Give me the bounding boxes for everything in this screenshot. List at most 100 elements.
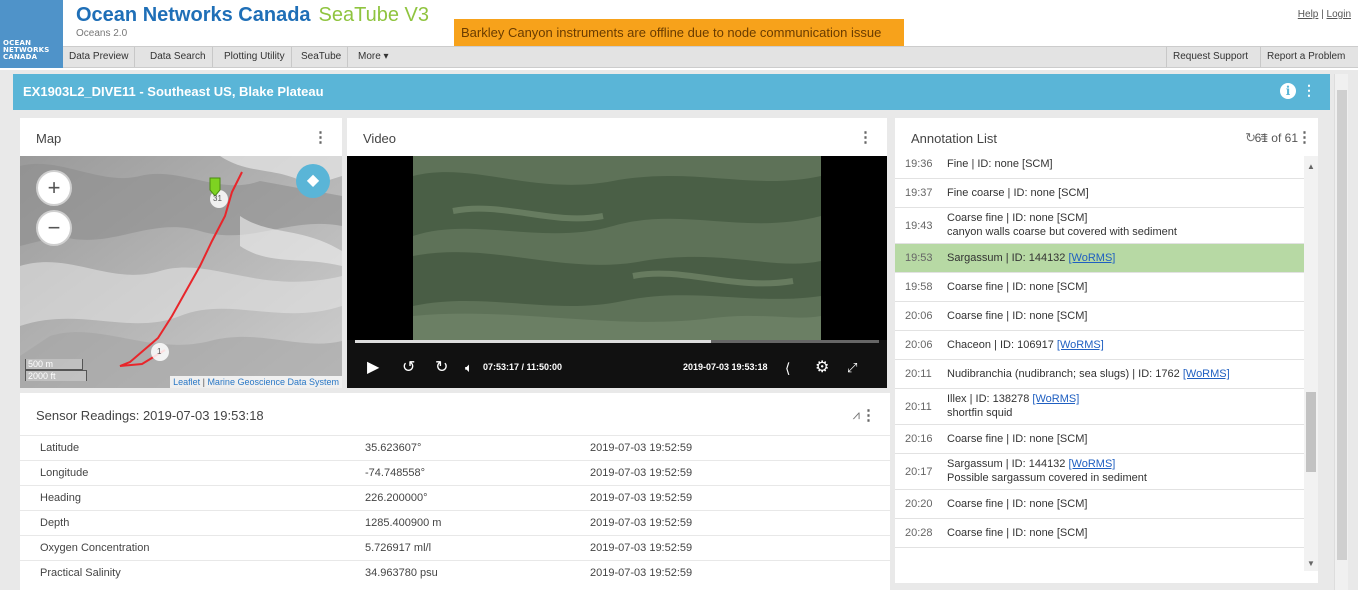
settings-gear-icon[interactable]: ⚙ — [815, 360, 829, 376]
forward-icon[interactable]: ↻ — [435, 360, 448, 376]
nav-data-preview[interactable]: Data Preview — [63, 47, 136, 67]
map-canvas[interactable]: 31 1 + − ◆ 500 m 2000 ft Leaflet | Marin… — [20, 156, 342, 388]
nav-data-search[interactable]: Data Search — [144, 47, 213, 67]
annotation-label: Coarse fine | ID: none [SCM] — [947, 498, 1088, 510]
info-icon[interactable]: i — [1280, 83, 1296, 99]
play-icon[interactable]: ▶ — [367, 360, 379, 376]
annotation-row[interactable]: 20:11 Nudibranchia (nudibranch; sea slugs… — [895, 360, 1304, 389]
annotation-row[interactable]: 20:06 Chaceon | ID: 106917 [WoRMS] — [895, 331, 1304, 360]
video-controls: ▶ ↺ ↻ 🔈︎ 07:53:17 / 11:50:00 2019-07-03 … — [347, 340, 887, 388]
sensor-value: 1285.400900 m — [365, 517, 442, 529]
annotation-comment: canyon walls coarse but covered with sed… — [947, 226, 1177, 238]
scale-feet: 2000 ft — [25, 370, 87, 381]
nav-more-menu[interactable]: More ▾ — [352, 47, 395, 67]
nav-seatube[interactable]: SeaTube — [295, 47, 349, 67]
annotation-text: Coarse fine | ID: none [SCM] — [947, 212, 1087, 224]
onc-logo[interactable]: OCEAN NETWORKS CANADA — [0, 0, 63, 68]
worms-link[interactable]: [WoRMS] — [1183, 368, 1230, 380]
video-menu-icon[interactable]: ⋮ — [858, 128, 873, 146]
logo-text: OCEAN NETWORKS CANADA — [3, 39, 50, 61]
video-panel-header: Video ⋮ — [347, 118, 887, 156]
annotation-time: 20:06 — [905, 310, 933, 322]
zoom-in-button[interactable]: + — [36, 170, 72, 206]
video-title: Video — [363, 131, 397, 146]
start-marker-label: 1 — [157, 347, 162, 356]
annotation-row[interactable]: 19:37 Fine coarse | ID: none [SCM] — [895, 179, 1304, 208]
help-login-links: Help | Login — [1298, 9, 1351, 20]
map-attribution: Leaflet | Marine Geoscience Data System — [170, 376, 342, 388]
annotation-label: Nudibranchia (nudibranch; sea slugs) | I… — [947, 368, 1183, 380]
annotation-text: Illex | ID: 138278 [WoRMS] — [947, 393, 1079, 405]
annotation-label: Fine coarse | ID: none [SCM] — [947, 187, 1089, 199]
annotation-text: Coarse fine | ID: none [SCM] — [947, 281, 1087, 293]
share-icon[interactable]: ⟨ — [785, 360, 790, 376]
annotation-row[interactable]: 20:20 Coarse fine | ID: none [SCM] — [895, 490, 1304, 519]
sensor-timestamp: 2019-07-03 19:52:59 — [590, 517, 693, 529]
main-nav: Data Preview Data Search Plotting Utilit… — [63, 46, 1358, 68]
worms-link[interactable]: [WoRMS] — [1032, 393, 1079, 405]
video-progress-bar[interactable] — [355, 340, 879, 343]
annotation-row[interactable]: 20:28 Coarse fine | ID: none [SCM] — [895, 519, 1304, 548]
worms-link[interactable]: [WoRMS] — [1057, 339, 1104, 351]
chart-icon[interactable]: ⩘ — [853, 407, 860, 423]
video-datetime: 2019-07-03 19:53:18 — [683, 362, 768, 372]
annotation-text: Sargassum | ID: 144132 [WoRMS] — [947, 458, 1115, 470]
sensor-menu-icon[interactable]: ⋮ — [861, 406, 876, 424]
video-frame[interactable] — [413, 156, 821, 340]
annotation-row[interactable]: 19:36 Fine | ID: none [SCM] — [895, 156, 1304, 179]
annotation-count: 61 of 61 — [1254, 131, 1298, 145]
video-panel: Video ⋮ ▶ ↺ ↻ 🔈︎ 07:53:17 / 11:50:00 201… — [347, 118, 887, 388]
annotation-menu-icon[interactable]: ⋮ — [1297, 128, 1312, 146]
annotation-text: Coarse fine | ID: none [SCM] — [947, 498, 1087, 510]
nav-plotting-utility[interactable]: Plotting Utility — [218, 47, 292, 67]
brand-name: Ocean Networks Canada — [76, 4, 311, 26]
report-problem-link[interactable]: Report a Problem — [1260, 47, 1351, 67]
rewind-icon[interactable]: ↺ — [402, 360, 415, 376]
sensor-name: Depth — [40, 517, 70, 529]
annotation-row[interactable]: 20:11 Illex | ID: 138278 [WoRMS] shortfin … — [895, 389, 1304, 425]
annotation-title: Annotation List — [911, 131, 998, 146]
mgds-link[interactable]: Marine Geoscience Data System — [207, 377, 339, 387]
worms-link[interactable]: [WoRMS] — [1068, 252, 1115, 264]
leaflet-link[interactable]: Leaflet — [173, 377, 200, 387]
sensor-value: 35.623607° — [365, 442, 422, 454]
request-support-link[interactable]: Request Support — [1166, 47, 1254, 67]
annotation-panel-header: Annotation List ↻ ≡ 61 of 61 ⋮ — [895, 118, 1318, 156]
help-link[interactable]: Help — [1298, 9, 1319, 20]
login-link[interactable]: Login — [1327, 9, 1351, 20]
annotation-label: Coarse fine | ID: none [SCM] — [947, 433, 1088, 445]
zoom-out-button[interactable]: − — [36, 210, 72, 246]
map-menu-icon[interactable]: ⋮ — [313, 128, 328, 146]
annotation-row[interactable]: 20:17 Sargassum | ID: 144132 [WoRMS] Possi… — [895, 454, 1304, 490]
annotation-row[interactable]: 20:16 Coarse fine | ID: none [SCM] — [895, 425, 1304, 454]
annotation-scrollbar[interactable]: ▲ ▼ — [1304, 156, 1318, 571]
annotation-row[interactable]: 19:53 Sargassum | ID: 144132 [WoRMS] — [895, 244, 1304, 273]
annotation-time: 20:11 — [905, 368, 932, 380]
annotation-label: Illex | ID: 138278 — [947, 393, 1033, 405]
annotation-text: Fine coarse | ID: none [SCM] — [947, 187, 1089, 199]
scroll-down-icon[interactable]: ▼ — [1307, 559, 1315, 568]
page-scrollbar[interactable] — [1334, 74, 1348, 590]
layers-icon[interactable]: ◆ — [296, 164, 330, 198]
page-scroll-thumb[interactable] — [1337, 90, 1347, 560]
annotation-label: Fine | ID: none [SCM] — [947, 158, 1053, 170]
annotation-time: 19:53 — [905, 252, 933, 264]
scroll-up-icon[interactable]: ▲ — [1307, 162, 1315, 171]
annotation-label: Sargassum | ID: 144132 — [947, 252, 1069, 264]
annotation-time: 19:36 — [905, 158, 933, 170]
annotation-scroll-thumb[interactable] — [1306, 392, 1316, 472]
brand-subtitle: Oceans 2.0 — [76, 28, 128, 39]
annotation-text: Nudibranchia (nudibranch; sea slugs) | I… — [947, 368, 1230, 380]
mute-icon[interactable]: 🔈︎ — [465, 360, 473, 376]
sensor-row: Latitude 35.623607° 2019-07-03 19:52:59 — [20, 435, 890, 460]
fullscreen-icon[interactable]: ⤢ — [847, 360, 857, 376]
annotation-row[interactable]: 20:06 Coarse fine | ID: none [SCM] — [895, 302, 1304, 331]
annotation-row[interactable]: 19:43 Coarse fine | ID: none [SCM] canyon … — [895, 208, 1304, 244]
annotation-row[interactable]: 19:58 Coarse fine | ID: none [SCM] — [895, 273, 1304, 302]
sensor-value: -74.748558° — [365, 467, 426, 479]
titlebar-menu-icon[interactable]: ⋮ — [1302, 82, 1316, 99]
video-player[interactable]: ▶ ↺ ↻ 🔈︎ 07:53:17 / 11:50:00 2019-07-03 … — [347, 156, 887, 388]
sensor-title: Sensor Readings: 2019-07-03 19:53:18 — [36, 408, 264, 423]
annotation-time: 20:28 — [905, 527, 933, 539]
worms-link[interactable]: [WoRMS] — [1068, 458, 1115, 470]
